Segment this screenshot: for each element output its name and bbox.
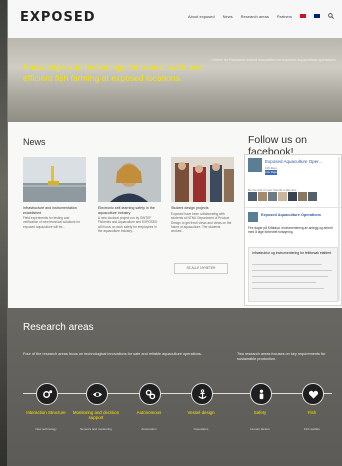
research-intro-right: Two research areas focuses on key requir… [237,352,326,361]
research-sub-3: Automation [141,427,157,431]
facebook-like-button[interactable]: Like Page [265,170,277,175]
main-nav: About exposed News Research areas Partne… [188,13,334,19]
nav-item-about[interactable]: About exposed [188,14,215,19]
hero-title: Knowledge and technology for robust, saf… [23,62,203,83]
facebook-divider [245,207,341,208]
card-text-line [252,276,328,277]
research-heart-button[interactable] [302,383,324,405]
hero-subtitle: Centre for Research-based Innovation on … [211,58,336,62]
content-panel: News Follow us on facebook! Infrastructu… [8,122,342,308]
fan-avatar[interactable] [268,192,277,201]
research-label-3[interactable]: Autonomous [119,410,179,415]
facebook-page-avatar[interactable] [248,158,262,172]
fan-avatar[interactable] [258,192,267,201]
heart-icon [308,390,318,399]
anchor-icon [197,388,207,399]
card-text-line [252,288,324,289]
fan-avatar[interactable] [308,192,317,201]
fan-avatar[interactable] [288,192,297,201]
english-flag-icon[interactable] [314,14,320,18]
research-label-2[interactable]: Monitoring and decision support [66,410,126,420]
card-text-line [252,264,322,265]
facebook-scrollbar[interactable] [338,157,340,301]
link-icon [145,389,155,399]
all-news-button[interactable]: SE ALLE NYHETER [174,263,228,274]
photo-edge [0,0,7,466]
research-label-5[interactable]: Safety [230,410,290,415]
research-link-button[interactable] [139,383,161,405]
news-body-2: A new doctoral project run by SINTEF Fis… [98,216,158,233]
research-sub-6: Fish welfare [303,427,321,431]
facebook-post-author[interactable]: Exposed Aquaculture Operations [261,213,321,217]
research-sub-4: Operations [193,427,209,431]
site-header: EXPOSED About exposed News Research area… [8,0,342,38]
cogs-icon [42,389,52,398]
facebook-faces [248,192,317,201]
research-sub-5: Human factors [250,427,270,431]
news-image-students[interactable] [171,157,234,202]
news-title-3[interactable]: Student design projects [171,206,233,211]
research-connector-line [23,393,332,394]
eye-icon [92,391,102,397]
fan-avatar[interactable] [278,192,287,201]
facebook-widget: Exposed Aquaculture Oper... 106 likes Li… [244,154,342,306]
facebook-page-name[interactable]: Exposed Aquaculture Oper... [265,159,322,164]
research-heading: Research areas [23,322,94,333]
research-sub-2: Sensors and monitoring [80,427,112,431]
card-text-line [252,282,316,283]
news-body-3: Exposed have been collaborating with stu… [171,212,232,234]
news-body-1: Field experiments for testing and verifi… [23,216,81,229]
research-cogs-button[interactable] [36,383,58,405]
norwegian-flag-icon[interactable] [300,14,306,18]
facebook-post-avatar[interactable] [248,212,258,222]
research-eye-button[interactable] [86,383,108,405]
research-person-button[interactable] [250,383,272,405]
facebook-link-card[interactable]: Infrastruktur og instrumentering for fel… [248,247,338,302]
person-icon [259,389,263,399]
research-intro-left: Four of the research areas focus on tech… [23,352,202,356]
research-label-4[interactable]: Vessel design [171,410,231,415]
news-heading: News [23,137,46,147]
news-image-portrait[interactable] [98,157,161,202]
research-anchor-button[interactable] [191,383,213,405]
news-title-2[interactable]: Electronic self-learning safety in the a… [98,206,160,215]
facebook-card-title[interactable]: Infrastruktur og instrumentering for fel… [252,251,332,255]
fan-avatar[interactable] [248,192,257,201]
nav-item-research[interactable]: Research areas [241,14,269,19]
research-label-6[interactable]: Fish [282,410,342,415]
card-text-line [252,270,332,271]
hero-banner: Knowledge and technology for robust, saf… [8,38,342,122]
news-title-1[interactable]: Infrastructure and instrumentation estab… [23,206,85,215]
search-icon[interactable] [328,13,334,19]
fan-avatar[interactable] [298,192,307,201]
facebook-post-text: Fire dager på Kråkøya. Instrumentering a… [248,226,333,235]
nav-item-partners[interactable]: Partners [277,14,292,19]
news-image-buoy[interactable] [23,157,86,202]
nav-item-news[interactable]: News [223,14,233,19]
site-logo[interactable]: EXPOSED [20,10,96,25]
